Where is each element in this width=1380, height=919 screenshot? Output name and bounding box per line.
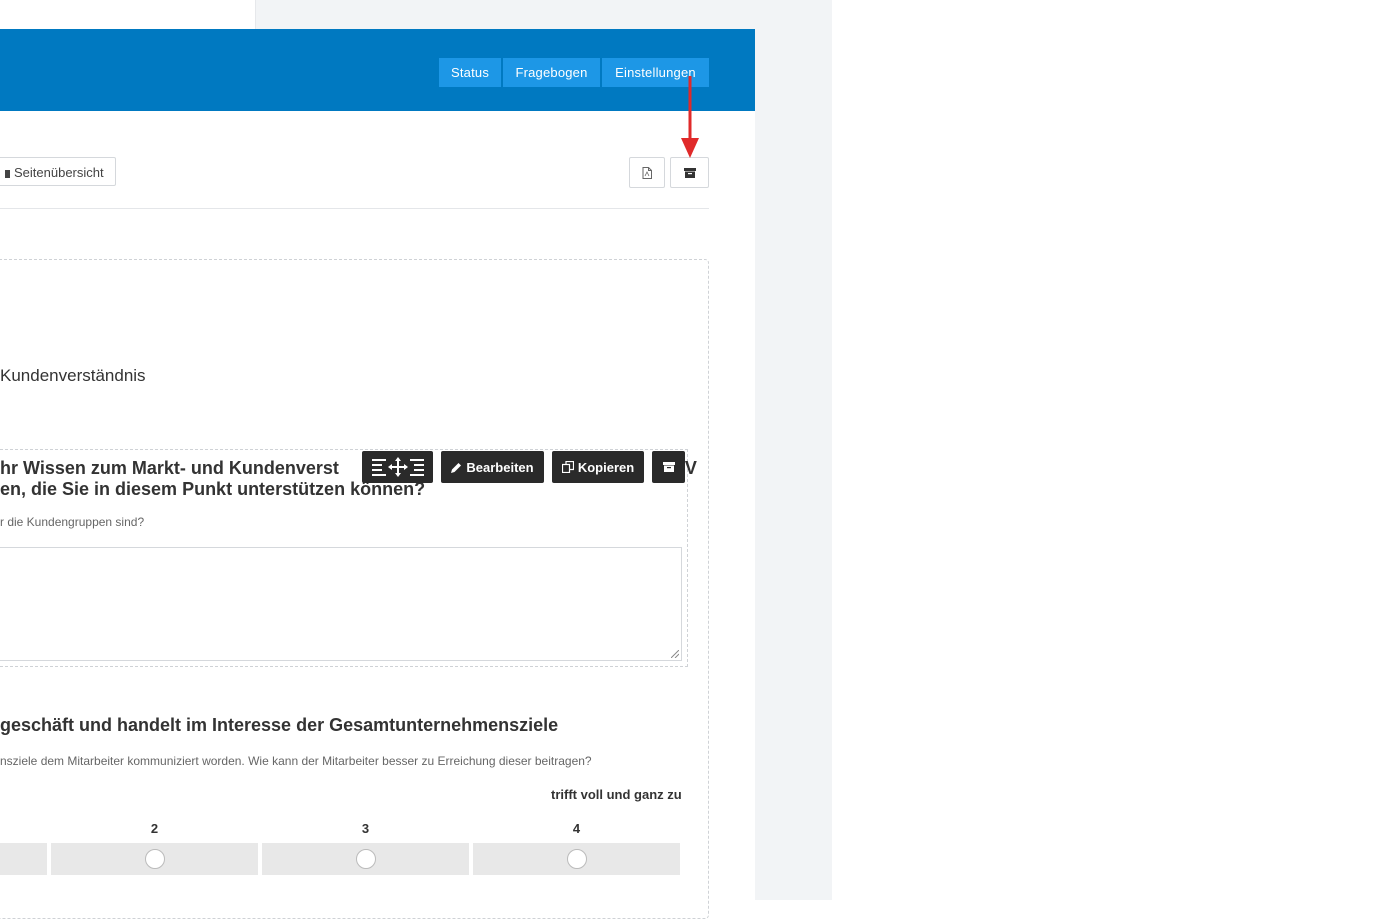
page-overview-label: Seitenübersicht — [14, 165, 104, 180]
top-strip — [0, 0, 256, 29]
scale-max-label: trifft voll und ganz zu — [551, 787, 682, 802]
page-overview-button[interactable]: Seitenübersicht — [0, 157, 116, 186]
scale-label-3: 3 — [361, 821, 370, 836]
answer-textarea[interactable] — [0, 547, 682, 661]
scale-cell-1 — [0, 843, 47, 875]
tab-status[interactable]: Status — [439, 58, 501, 87]
list-icon — [5, 170, 10, 178]
move-arrows-icon — [371, 457, 424, 477]
question2-hint: nsziele dem Mitarbeiter kommuniziert wor… — [0, 754, 592, 768]
copy-button[interactable]: Kopieren — [552, 451, 644, 483]
section-title: Kundenverständnis — [0, 366, 146, 385]
radio-option-4[interactable] — [567, 849, 587, 869]
edit-button[interactable]: Bearbeiten — [441, 451, 544, 483]
annotation-arrow — [681, 76, 699, 158]
scale-label-4: 4 — [572, 821, 581, 836]
pdf-file-icon — [642, 166, 652, 179]
archive-icon — [683, 167, 696, 178]
divider — [0, 208, 709, 209]
archive-button[interactable] — [670, 157, 709, 188]
question-hint: r die Kundengruppen sind? — [0, 515, 145, 529]
edit-label: Bearbeiten — [466, 459, 534, 475]
scale-label-2: 2 — [150, 821, 159, 836]
question2-title: geschäft und handelt im Interesse der Ge… — [0, 715, 559, 735]
copy-icon — [561, 461, 574, 473]
archive-icon — [662, 462, 675, 472]
copy-label: Kopieren — [577, 459, 635, 475]
pdf-export-button[interactable] — [629, 157, 665, 188]
resize-grip-icon[interactable] — [671, 650, 679, 658]
archive-question-button[interactable] — [652, 451, 685, 483]
radio-option-3[interactable] — [356, 849, 376, 869]
pencil-icon — [451, 462, 462, 473]
question-title-line1-tail: V — [684, 458, 697, 478]
page-gutter — [755, 0, 832, 900]
top-strip-grey — [256, 0, 755, 29]
move-button[interactable] — [362, 451, 433, 483]
question-title-line1: hr Wissen zum Markt- und Kundenverst — [0, 458, 339, 478]
radio-option-2[interactable] — [145, 849, 165, 869]
tab-fragebogen[interactable]: Fragebogen — [503, 58, 600, 87]
